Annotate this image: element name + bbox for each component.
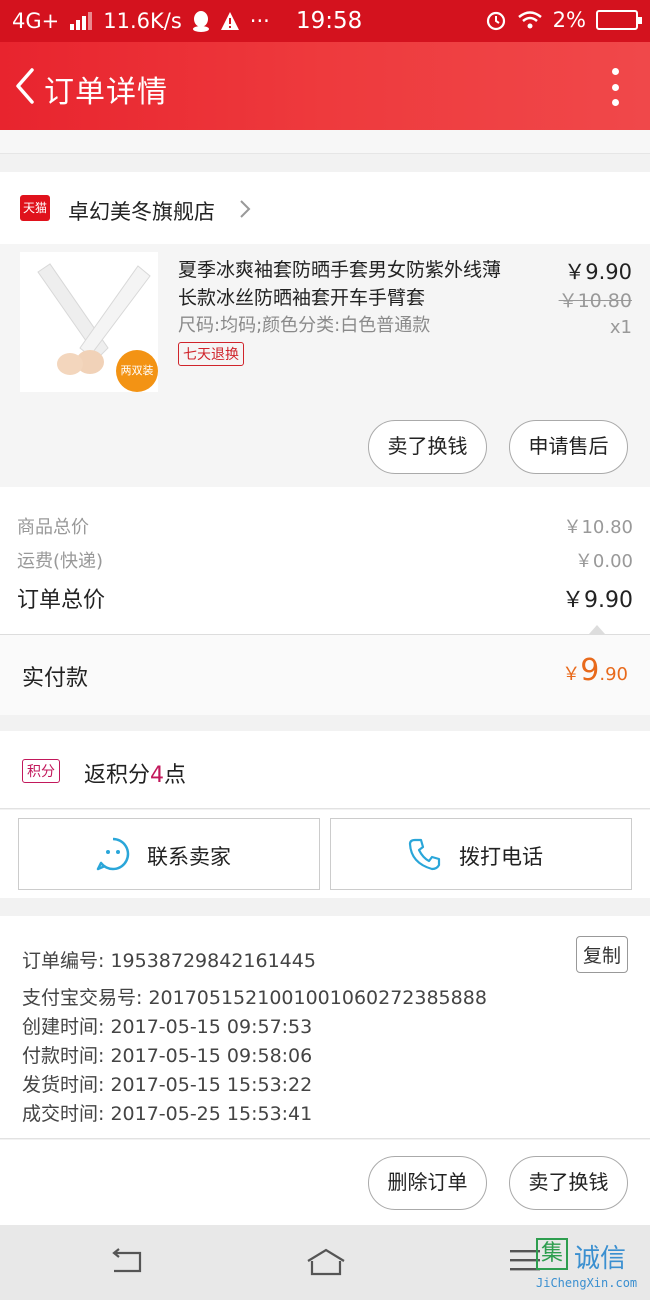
chevron-right-icon (240, 200, 251, 218)
order-total-label: 订单总价 (17, 588, 106, 613)
product-price: ￥9.90 (564, 260, 632, 284)
system-home-icon[interactable] (305, 1247, 347, 1277)
product-badge: 两双装 (116, 350, 158, 392)
points-text-after: 点 (164, 763, 187, 788)
order-total-value: ￥9.90 (562, 588, 633, 613)
battery-percent: 2% (552, 8, 586, 32)
points-number: 4 (150, 763, 165, 788)
network-speed: 11.6K/s (103, 9, 182, 33)
contact-bar: 联系卖家 拨打电话 (0, 810, 650, 898)
store-name[interactable]: 卓幻美冬旗舰店 (68, 196, 215, 226)
clock: 19:58 (296, 8, 363, 34)
points-text-before: 返积分 (84, 763, 151, 788)
price-summary: 商品总价 ￥10.80 运费(快递) ￥0.00 订单总价 ￥9.90 实付款 … (0, 487, 650, 715)
product-spec: 尺码:均码;颜色分类:白色普通款 (178, 315, 431, 336)
order-total-row: 订单总价 ￥9.90 (17, 582, 633, 614)
points-tag: 积分 (22, 759, 60, 783)
product-original-price: ￥10.80 (558, 290, 632, 312)
goods-total-row: 商品总价 ￥10.80 (17, 513, 633, 539)
return-policy-tag: 七天退换 (178, 342, 244, 366)
product-item[interactable]: 两双装 夏季冰爽袖套防晒手套男女防紫外线薄长款冰丝防晒袖套开车手臂套 尺码:均码… (0, 244, 650, 487)
paid-time: 付款时间: 2017-05-15 09:58:06 (22, 1045, 313, 1067)
contact-seller-label: 联系卖家 (147, 845, 231, 869)
watermark-box: 集 (536, 1238, 568, 1270)
tmall-logo: 天猫 (20, 195, 50, 221)
alarm-icon (486, 11, 505, 31)
system-back-icon[interactable] (108, 1247, 144, 1277)
paid-value: ￥9.90 (562, 653, 628, 688)
goods-total-value: ￥10.80 (563, 517, 633, 538)
status-bar: 4G+ 11.6K/s ··· 19:58 2% (0, 0, 650, 42)
points-text: 返积分4点 (84, 757, 186, 789)
signal-icon (70, 12, 93, 30)
call-phone-button[interactable]: 拨打电话 (330, 818, 632, 890)
bottom-actions: 删除订单 卖了换钱 (0, 1140, 650, 1225)
paid-currency: ￥ (562, 664, 581, 685)
created-time: 创建时间: 2017-05-15 09:57:53 (22, 1016, 313, 1038)
paid-label: 实付款 (22, 666, 89, 691)
paid-integer: 9 (580, 653, 600, 688)
watermark-logo: 集 诚信 JiChengXin.com (534, 1238, 644, 1300)
back-arrow-icon[interactable] (10, 64, 40, 108)
battery-icon (596, 10, 642, 30)
top-spacer (0, 130, 650, 154)
call-phone-label: 拨打电话 (459, 845, 543, 869)
shipped-time: 发货时间: 2017-05-15 15:53:22 (22, 1074, 313, 1096)
network-type: 4G+ (12, 9, 60, 33)
more-notifications-icon: ··· (249, 9, 270, 33)
completed-time: 成交时间: 2017-05-25 15:53:41 (22, 1103, 313, 1125)
product-image[interactable]: 两双装 (20, 252, 158, 392)
more-menu-icon[interactable] (610, 68, 620, 106)
sell-for-cash-button[interactable]: 卖了换钱 (368, 420, 487, 474)
after-sale-button[interactable]: 申请售后 (509, 420, 628, 474)
product-title[interactable]: 夏季冰爽袖套防晒手套男女防紫外线薄长款冰丝防晒袖套开车手臂套 (178, 256, 518, 312)
store-header[interactable]: 天猫 卓幻美冬旗舰店 (0, 172, 650, 244)
divider-notch (589, 625, 605, 634)
goods-total-label: 商品总价 (17, 517, 89, 538)
points-row: 积分 返积分4点 (0, 731, 650, 809)
order-number: 订单编号: 19538729842161445 (22, 950, 316, 972)
sell-for-cash-bottom-button[interactable]: 卖了换钱 (509, 1156, 628, 1210)
copy-button[interactable]: 复制 (575, 936, 628, 973)
shipping-label: 运费(快递) (17, 551, 104, 572)
paid-amount-row: 实付款 ￥9.90 (0, 635, 650, 715)
warning-icon (220, 12, 239, 30)
contact-seller-button[interactable]: 联系卖家 (18, 818, 320, 890)
watermark-en: JiChengXin.com (536, 1276, 638, 1290)
delete-order-button[interactable]: 删除订单 (368, 1156, 487, 1210)
nav-bar: 订单详情 (0, 42, 650, 130)
watermark-cn: 诚信 (574, 1244, 627, 1274)
shipping-value: ￥0.00 (574, 551, 633, 572)
phone-icon (408, 838, 441, 871)
page-title: 订单详情 (44, 75, 168, 110)
qq-icon (192, 11, 209, 32)
paid-decimal: .90 (599, 664, 628, 685)
order-info: 订单编号: 19538729842161445 复制 支付宝交易号: 20170… (0, 916, 650, 1139)
chat-bubble-icon (96, 837, 130, 871)
product-quantity: x1 (609, 317, 632, 338)
alipay-trade-number: 支付宝交易号: 2017051521001001060272385888 (22, 987, 487, 1009)
shipping-row: 运费(快递) ￥0.00 (17, 547, 633, 573)
wifi-icon (517, 11, 542, 29)
